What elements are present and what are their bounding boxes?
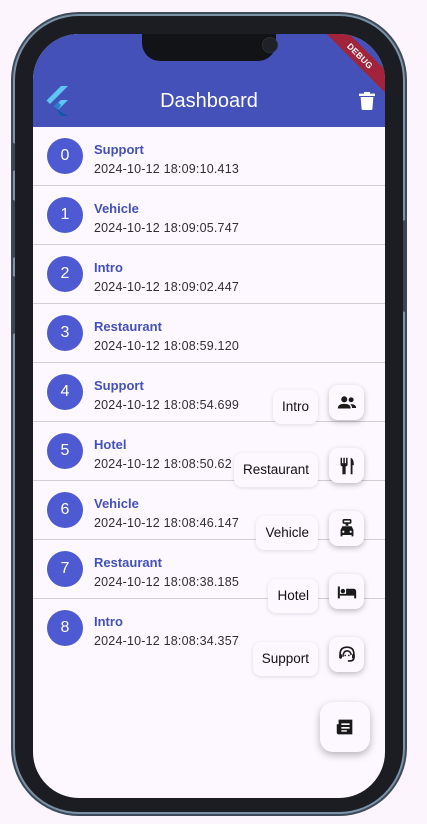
index-avatar: 3 (47, 315, 83, 351)
receipt-icon (336, 719, 353, 735)
fab-label-support[interactable]: Support (252, 642, 318, 676)
list-item-title: Restaurant (94, 555, 162, 570)
fab-hotel-button[interactable] (329, 574, 364, 609)
speed-dial-fab[interactable] (320, 702, 370, 752)
page-title: Dashboard (160, 90, 258, 112)
fab-restaurant-button[interactable] (329, 448, 364, 483)
list-item-title: Vehicle (94, 201, 139, 216)
list-item-timestamp: 2024-10-12 18:08:50.62 (94, 457, 232, 471)
list-item-title: Hotel (94, 437, 127, 452)
list-item-timestamp: 2024-10-12 18:08:34.357 (94, 634, 239, 648)
camera-notch (142, 34, 278, 61)
volume-down-button (11, 276, 15, 334)
list-item-title: Restaurant (94, 319, 162, 334)
list-item[interactable]: 2 Intro 2024-10-12 18:09:02.447 (33, 245, 385, 304)
list-item[interactable]: 0 Support 2024-10-12 18:09:10.413 (33, 127, 385, 186)
mute-switch (11, 143, 15, 171)
list-item-timestamp: 2024-10-12 18:08:46.147 (94, 516, 239, 530)
vehicle-icon (340, 518, 353, 536)
index-avatar: 7 (47, 551, 83, 587)
list-item-title: Vehicle (94, 496, 139, 511)
trash-icon[interactable] (359, 92, 375, 110)
list-item-timestamp: 2024-10-12 18:08:59.120 (94, 339, 239, 353)
hotel-bed-icon (337, 586, 356, 598)
index-avatar: 5 (47, 433, 83, 469)
list-item-timestamp: 2024-10-12 18:08:54.699 (94, 398, 239, 412)
fab-label-vehicle[interactable]: Vehicle (256, 516, 318, 550)
list-item-title: Support (94, 378, 144, 393)
front-camera (262, 37, 278, 53)
list-item-timestamp: 2024-10-12 18:09:05.747 (94, 221, 239, 235)
list-item-timestamp: 2024-10-12 18:08:38.185 (94, 575, 239, 589)
people-icon (337, 395, 356, 408)
fab-label-intro[interactable]: Intro (272, 390, 318, 424)
power-button (403, 220, 407, 312)
list-item-title: Intro (94, 614, 123, 629)
index-avatar: 2 (47, 256, 83, 292)
list-item[interactable]: 1 Vehicle 2024-10-12 18:09:05.747 (33, 186, 385, 245)
index-avatar: 6 (47, 492, 83, 528)
list-item-title: Support (94, 142, 144, 157)
index-avatar: 0 (47, 138, 83, 174)
list-item-timestamp: 2024-10-12 18:09:02.447 (94, 280, 239, 294)
list-item-timestamp: 2024-10-12 18:09:10.413 (94, 162, 239, 176)
restaurant-icon (340, 457, 354, 474)
phone-screen: Dashboard DEBUG 0 Support 2024-10-12 18:… (33, 34, 385, 798)
fab-label-restaurant[interactable]: Restaurant (233, 453, 318, 487)
list-item[interactable]: 3 Restaurant 2024-10-12 18:08:59.120 (33, 304, 385, 363)
list-item-title: Intro (94, 260, 123, 275)
fab-intro-button[interactable] (329, 385, 364, 420)
fab-label-hotel[interactable]: Hotel (268, 579, 318, 613)
index-avatar: 4 (47, 374, 83, 410)
volume-up-button (11, 200, 15, 258)
index-avatar: 8 (47, 610, 83, 646)
support-agent-icon (338, 645, 355, 662)
fab-support-button[interactable] (329, 637, 364, 672)
index-avatar: 1 (47, 197, 83, 233)
fab-vehicle-button[interactable] (329, 511, 364, 546)
